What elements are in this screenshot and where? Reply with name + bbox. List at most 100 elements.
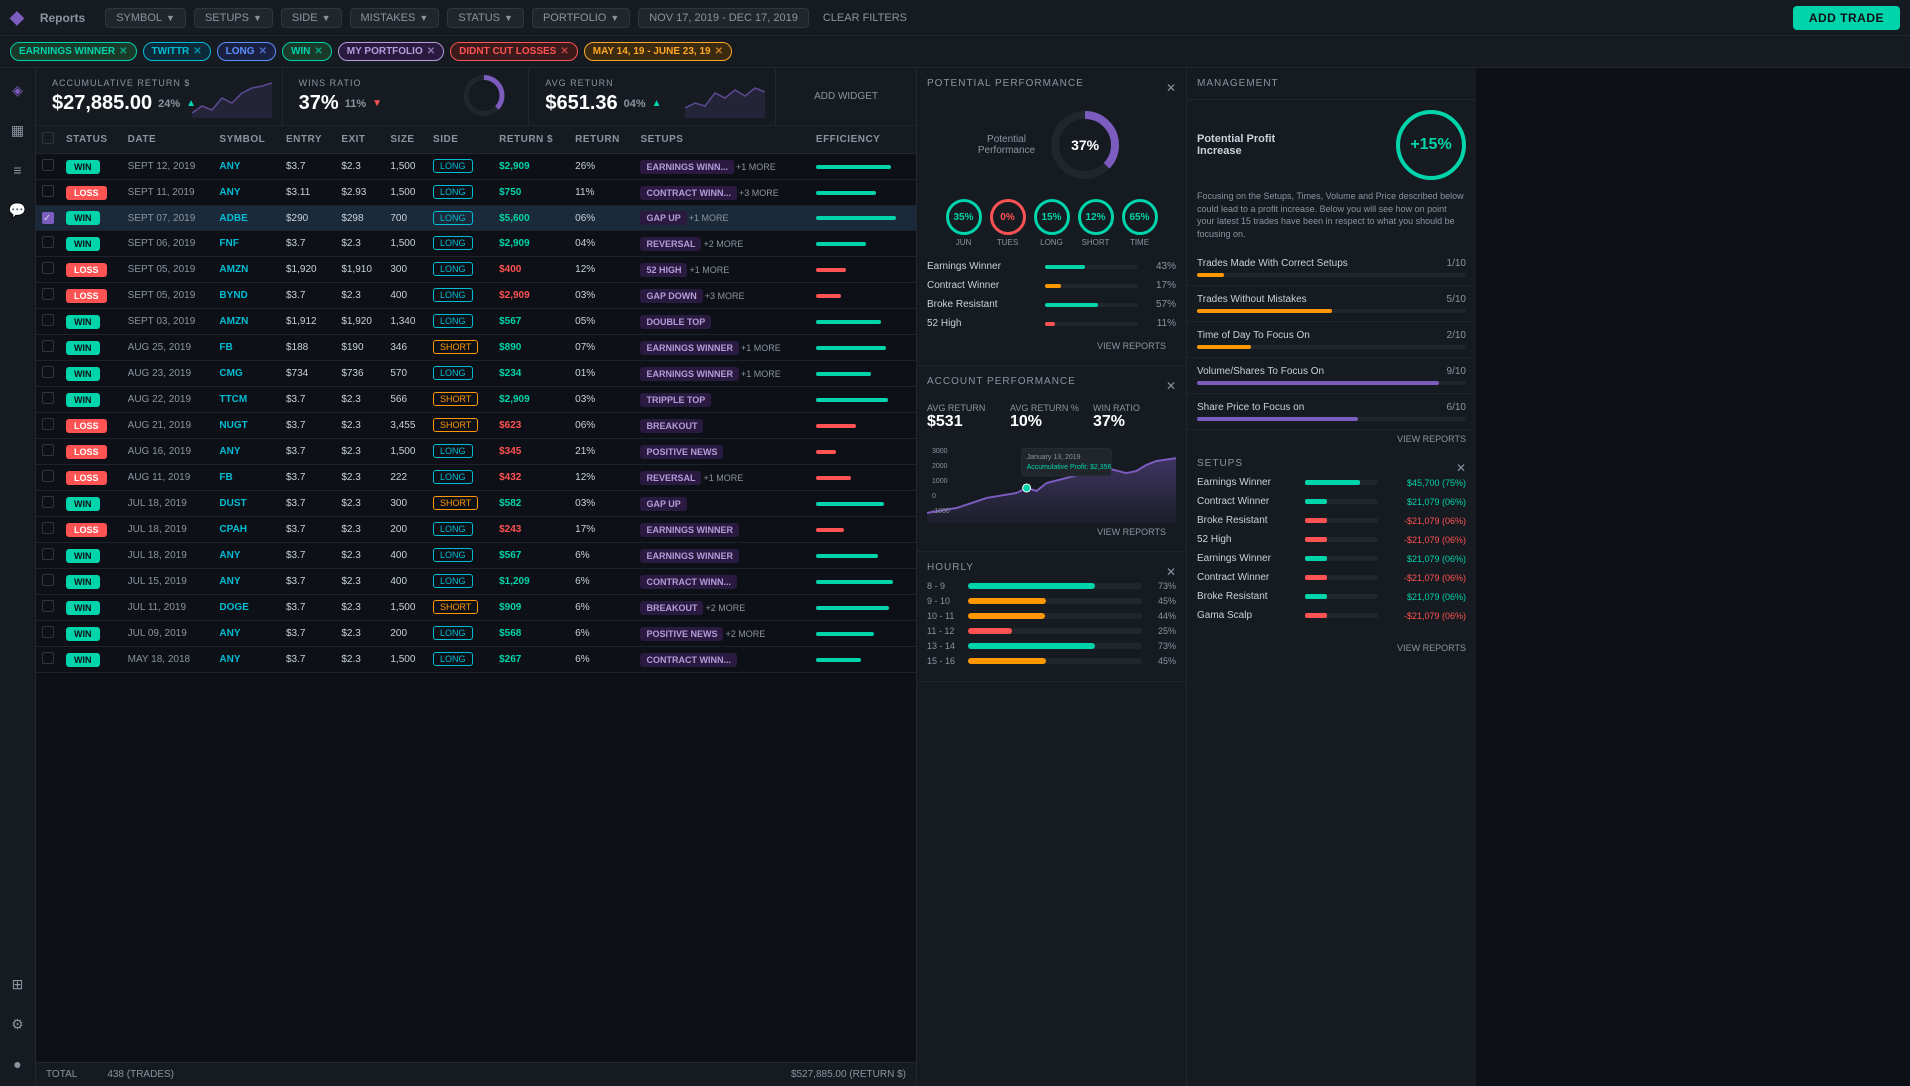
col-status[interactable]: STATUS [60, 126, 122, 154]
mistakes-filter[interactable]: MISTAKES ▼ [350, 8, 440, 28]
sidebar-item-grid[interactable]: ⊞ [6, 972, 30, 996]
table-row[interactable]: ✓ WIN SEPT 07, 2019 ADBE $290 $298 700 L… [36, 206, 916, 231]
close-icon[interactable]: ✕ [560, 46, 568, 57]
date-cell: AUG 23, 2019 [122, 361, 214, 387]
row-checkbox[interactable] [42, 159, 54, 171]
row-checkbox[interactable] [42, 600, 54, 612]
view-reports-setups-button[interactable]: VIEW REPORTS [1187, 639, 1476, 657]
symbol-filter[interactable]: SYMBOL ▼ [105, 8, 186, 28]
sidebar-item-settings[interactable]: ⚙ [6, 1012, 30, 1036]
row-checkbox[interactable] [42, 185, 54, 197]
close-icon[interactable]: ✕ [427, 46, 435, 57]
table-row[interactable]: WIN JUL 09, 2019 ANY $3.7 $2.3 200 LONG … [36, 621, 916, 647]
trade-table-container[interactable]: STATUS DATE SYMBOL ENTRY EXIT SIZE SIDE … [36, 126, 916, 1062]
status-filter[interactable]: STATUS ▼ [447, 8, 524, 28]
sidebar-item-chat[interactable]: 💬 [6, 198, 30, 222]
row-checkbox[interactable] [42, 444, 54, 456]
logo-icon: ◆ [10, 7, 24, 28]
side-filter[interactable]: SIDE ▼ [281, 8, 342, 28]
row-checkbox[interactable] [42, 522, 54, 534]
table-row[interactable]: LOSS AUG 16, 2019 ANY $3.7 $2.3 1,500 LO… [36, 439, 916, 465]
row-checkbox[interactable] [42, 652, 54, 664]
add-widget-button[interactable]: ADD WIDGET [814, 91, 878, 102]
col-size[interactable]: SIZE [384, 126, 427, 154]
table-row[interactable]: LOSS SEPT 05, 2019 BYND $3.7 $2.3 400 LO… [36, 283, 916, 309]
table-row[interactable]: WIN SEPT 12, 2019 ANY $3.7 $2.3 1,500 LO… [36, 154, 916, 180]
col-setups[interactable]: SETUPS [634, 126, 809, 154]
close-icon[interactable]: ✕ [1456, 461, 1466, 475]
sidebar-item-dashboard[interactable]: ◈ [6, 78, 30, 102]
date-range-picker[interactable]: NOV 17, 2019 - DEC 17, 2019 [638, 8, 809, 28]
tag-twittr[interactable]: TWITTR ✕ [143, 42, 211, 61]
tag-win[interactable]: WIN ✕ [282, 42, 332, 61]
col-side[interactable]: SIDE [427, 126, 493, 154]
select-all-checkbox[interactable] [42, 132, 54, 144]
add-trade-button[interactable]: ADD TRADE [1793, 6, 1900, 30]
setups-cell: BREAKOUT [634, 413, 809, 439]
setups-cell: REVERSAL+2 MORE [634, 231, 809, 257]
portfolio-filter[interactable]: PORTFOLIO ▼ [532, 8, 630, 28]
setups-filter[interactable]: SETUPS ▼ [194, 8, 273, 28]
tag-earnings-winner[interactable]: EARNINGS WINNER ✕ [10, 42, 137, 61]
row-checkbox[interactable] [42, 574, 54, 586]
table-row[interactable]: WIN SEPT 03, 2019 AMZN $1,912 $1,920 1,3… [36, 309, 916, 335]
tag-didnt-cut-losses[interactable]: DIDNT CUT LOSSES ✕ [450, 42, 578, 61]
tag-date-range[interactable]: MAY 14, 19 - JUNE 23, 19 ✕ [584, 42, 732, 61]
table-row[interactable]: WIN SEPT 06, 2019 FNF $3.7 $2.3 1,500 LO… [36, 231, 916, 257]
col-date[interactable]: DATE [122, 126, 214, 154]
close-icon[interactable]: ✕ [715, 46, 723, 57]
col-return-pct[interactable]: RETURN [569, 126, 634, 154]
view-reports-account-button[interactable]: VIEW REPORTS [927, 523, 1176, 541]
row-checkbox[interactable]: ✓ [42, 212, 54, 224]
row-checkbox[interactable] [42, 392, 54, 404]
table-row[interactable]: WIN JUL 18, 2019 DUST $3.7 $2.3 300 SHOR… [36, 491, 916, 517]
side-badge: LONG [433, 574, 473, 588]
row-checkbox[interactable] [42, 626, 54, 638]
table-row[interactable]: LOSS SEPT 05, 2019 AMZN $1,920 $1,910 30… [36, 257, 916, 283]
table-row[interactable]: LOSS JUL 18, 2019 CPAH $3.7 $2.3 200 LON… [36, 517, 916, 543]
row-checkbox[interactable] [42, 236, 54, 248]
row-checkbox[interactable] [42, 262, 54, 274]
col-return-dollar[interactable]: RETURN $ [493, 126, 569, 154]
col-efficiency[interactable]: EFFICIENCY [810, 126, 916, 154]
col-exit[interactable]: EXIT [335, 126, 384, 154]
table-row[interactable]: WIN JUL 15, 2019 ANY $3.7 $2.3 400 LONG … [36, 569, 916, 595]
sidebar-item-chart[interactable]: ▦ [6, 118, 30, 142]
tag-long[interactable]: LONG ✕ [217, 42, 276, 61]
size-cell: 3,455 [384, 413, 427, 439]
table-row[interactable]: WIN JUL 18, 2019 ANY $3.7 $2.3 400 LONG … [36, 543, 916, 569]
close-icon[interactable]: ✕ [259, 46, 267, 57]
table-row[interactable]: WIN JUL 11, 2019 DOGE $3.7 $2.3 1,500 SH… [36, 595, 916, 621]
row-checkbox[interactable] [42, 470, 54, 482]
close-icon[interactable]: ✕ [193, 46, 201, 57]
tag-my-portfolio[interactable]: MY PORTFOLIO ✕ [338, 42, 444, 61]
view-reports-mgmt-button[interactable]: VIEW REPORTS [1187, 430, 1476, 448]
row-checkbox[interactable] [42, 418, 54, 430]
table-row[interactable]: LOSS AUG 21, 2019 NUGT $3.7 $2.3 3,455 S… [36, 413, 916, 439]
table-row[interactable]: WIN AUG 23, 2019 CMG $734 $736 570 LONG … [36, 361, 916, 387]
view-reports-button[interactable]: VIEW REPORTS [927, 337, 1176, 355]
row-checkbox[interactable] [42, 366, 54, 378]
clear-filters-button[interactable]: CLEAR FILTERS [817, 9, 913, 27]
table-row[interactable]: WIN MAY 18, 2018 ANY $3.7 $2.3 1,500 LON… [36, 647, 916, 673]
setups-cell: GAP DOWN+3 MORE [634, 283, 809, 309]
close-icon[interactable]: ✕ [314, 46, 322, 57]
table-row[interactable]: LOSS SEPT 11, 2019 ANY $3.11 $2.93 1,500… [36, 180, 916, 206]
sidebar-item-profile[interactable]: ● [6, 1052, 30, 1076]
close-icon[interactable]: ✕ [1166, 379, 1176, 393]
close-icon[interactable]: ✕ [1166, 81, 1176, 95]
col-symbol[interactable]: SYMBOL [213, 126, 280, 154]
table-row[interactable]: WIN AUG 22, 2019 TTCM $3.7 $2.3 566 SHOR… [36, 387, 916, 413]
table-row[interactable]: WIN AUG 25, 2019 FB $188 $190 346 SHORT … [36, 335, 916, 361]
row-checkbox[interactable] [42, 496, 54, 508]
close-icon[interactable]: ✕ [119, 46, 127, 57]
table-row[interactable]: LOSS AUG 11, 2019 FB $3.7 $2.3 222 LONG … [36, 465, 916, 491]
row-checkbox[interactable] [42, 548, 54, 560]
row-checkbox[interactable] [42, 340, 54, 352]
row-checkbox[interactable] [42, 314, 54, 326]
col-entry[interactable]: ENTRY [280, 126, 335, 154]
sidebar-item-list[interactable]: ≡ [6, 158, 30, 182]
close-icon[interactable]: ✕ [1166, 565, 1176, 579]
row-checkbox[interactable] [42, 288, 54, 300]
symbol-cell: DOGE [213, 595, 280, 621]
